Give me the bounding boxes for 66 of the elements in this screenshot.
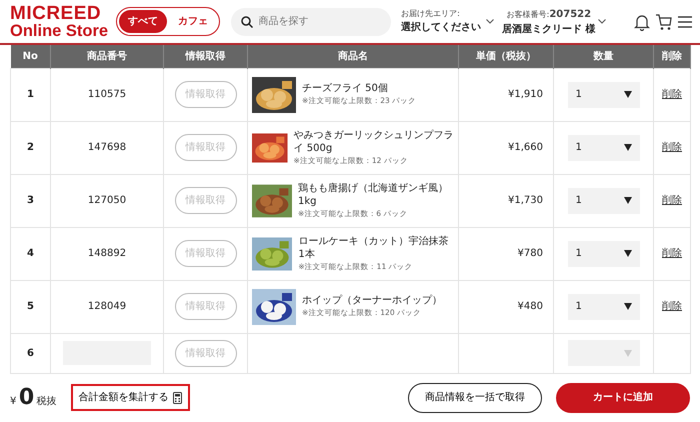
row-number: 2 [10,121,50,174]
column-header: No [10,45,50,68]
add-to-cart-button[interactable]: カートに追加 [556,382,690,413]
column-header: 商品番号 [50,45,164,68]
caret-down-icon [624,250,632,257]
toggle-option[interactable]: すべて [119,10,168,33]
chevron-down-icon[interactable] [598,19,606,24]
caret-down-icon [624,197,632,204]
quantity-select[interactable]: 1 [568,240,640,266]
unit-price: ¥480 [518,301,543,312]
product-name[interactable]: 鶏もも唐揚げ（北海道ザンギ風） 1kg [298,182,454,208]
quantity-select[interactable]: 1 [568,134,640,160]
row-number: 1 [10,68,50,121]
bell-icon[interactable] [634,12,650,30]
quantity-select[interactable]: 1 [568,294,640,320]
total-amount: 0 [18,386,34,409]
chevron-down-icon[interactable] [486,19,494,24]
product-code: 127050 [88,195,126,206]
delete-link[interactable]: 削除 [662,248,682,259]
product-name[interactable]: ロールケーキ（カット）宇治抹茶 1本 [298,234,454,261]
product-code: 110575 [88,89,126,100]
product-code: 148892 [88,248,126,259]
area-value[interactable]: 選択してください [401,20,482,35]
caret-down-icon [624,350,632,356]
currency-symbol: ¥ [10,394,16,409]
row-number: 3 [10,174,50,227]
search-field[interactable]: 商品を探す [230,8,391,36]
column-header: 単価（税抜） [458,45,554,68]
caret-down-icon [624,303,632,310]
row-number: 5 [10,280,50,333]
product-name[interactable]: チーズフライ 50個 [302,82,416,96]
unit-price: ¥1,910 [508,89,543,100]
caret-down-icon [624,144,632,151]
unit-price: ¥1,660 [508,142,543,153]
row-number: 4 [10,227,50,280]
delete-link[interactable]: 削除 [662,301,682,312]
column-header: 数量 [554,45,654,68]
row-number: 6 [10,333,50,373]
delete-link[interactable]: 削除 [662,89,682,100]
product-code: 147698 [88,142,126,153]
customer-number-value: 207522 [549,8,592,20]
column-header: 削除 [654,45,690,68]
unit-price: ¥780 [518,248,543,259]
logo-text[interactable]: Online Store [10,22,108,40]
calculate-button[interactable]: 合計金額を集計する [70,384,190,412]
column-header: 商品名 [248,45,458,68]
delete-link[interactable]: 削除 [662,142,682,153]
fetch-all-button[interactable]: 商品情報を一括で取得 [408,382,542,413]
unit-price: ¥1,730 [508,195,543,206]
toggle-option[interactable]: カフェ [169,10,218,33]
area-label: お届け先エリア: [401,8,461,20]
delete-link[interactable]: 削除 [662,195,682,206]
menu-icon[interactable] [678,16,692,28]
caret-down-icon [624,91,632,98]
customer-name[interactable]: 居酒屋ミクリード 様 [502,22,596,36]
quantity-select[interactable]: 1 [568,188,640,214]
product-name[interactable]: やみつきガーリックシュリンプフライ 500g [294,128,454,155]
customer-number-label: お客様番号: [506,10,550,18]
product-name[interactable]: ホイップ（ターナーホイップ） [302,294,442,308]
logo-text[interactable]: MICREED [10,4,108,23]
cart-icon[interactable] [655,12,673,30]
column-header: 情報取得 [164,45,248,68]
quantity-select[interactable]: 1 [568,82,640,108]
product-code: 128049 [88,301,126,312]
tax-note: 税抜 [36,394,57,409]
calculator-icon [172,392,182,404]
